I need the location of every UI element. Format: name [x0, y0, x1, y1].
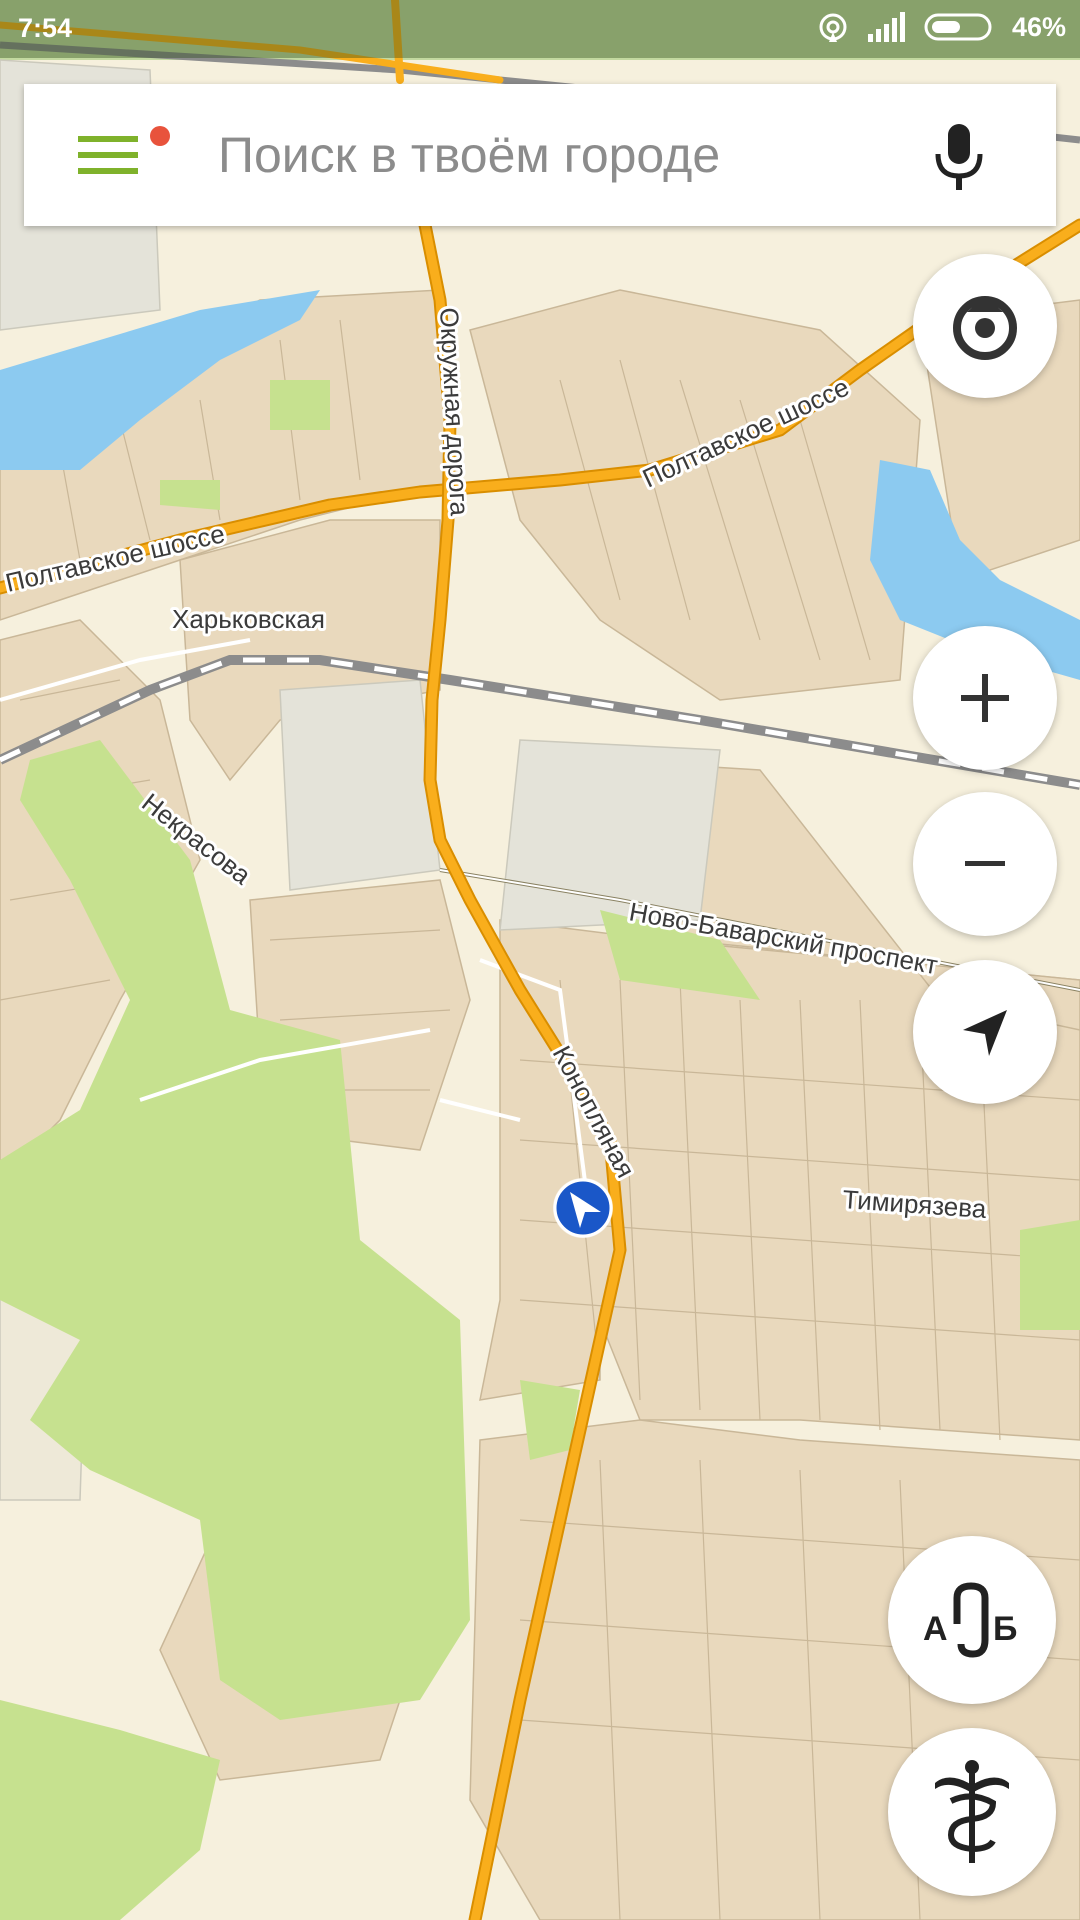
street-label-kharkovskaya: Харьковская	[172, 604, 325, 634]
voice-search-button[interactable]	[929, 118, 999, 198]
zoom-in-button[interactable]	[913, 626, 1057, 770]
caduceus-icon	[935, 1760, 1009, 1863]
microphone-icon	[935, 124, 983, 190]
minus-icon	[965, 861, 1005, 866]
current-location-marker[interactable]	[553, 1178, 613, 1238]
route-letter-b: Б	[993, 1610, 1017, 1648]
battery-icon	[924, 13, 992, 41]
zoom-out-button[interactable]	[913, 792, 1057, 936]
plus-icon	[961, 674, 1009, 722]
route-letter-a: А	[923, 1610, 948, 1648]
hamburger-menu-icon	[78, 136, 138, 174]
hotspot-icon	[819, 13, 847, 42]
battery-percent: 46%	[1011, 11, 1066, 42]
search-input[interactable]	[216, 114, 920, 196]
menu-button[interactable]	[78, 122, 170, 188]
status-time: 7:54	[18, 13, 73, 43]
status-icons: 46%	[816, 10, 1066, 44]
notification-dot	[150, 126, 170, 146]
signal-icon	[867, 12, 905, 42]
navigation-arrow-icon	[963, 1010, 1007, 1056]
my-location-button[interactable]	[913, 960, 1057, 1104]
search-bar	[24, 84, 1056, 226]
route-button[interactable]: А Б	[888, 1536, 1056, 1704]
status-bar: 7:54 46%	[0, 0, 1080, 58]
pharmacy-button[interactable]	[888, 1728, 1056, 1896]
compass-button[interactable]	[913, 254, 1057, 398]
compass-icon	[953, 296, 1017, 360]
route-ab-icon: А Б	[923, 1582, 1017, 1658]
